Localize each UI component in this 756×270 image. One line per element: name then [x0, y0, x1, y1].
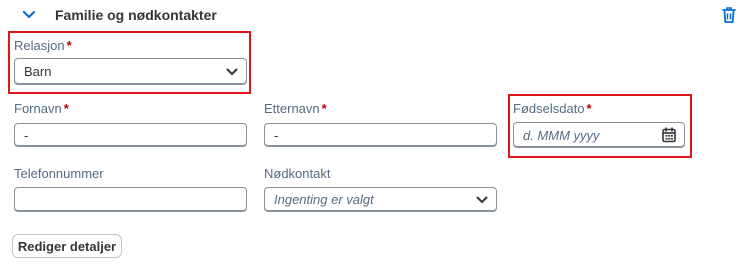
chevron-down-icon	[226, 68, 238, 75]
etternavn-input[interactable]: -	[264, 123, 497, 147]
fornavn-label: Fornavn *	[14, 101, 69, 116]
etternavn-value: -	[274, 127, 279, 143]
telefonnummer-input[interactable]	[14, 187, 247, 212]
nodkontakt-value: Ingenting er valgt	[274, 192, 374, 207]
trash-icon[interactable]	[720, 5, 738, 25]
section-title: Familie og nødkontakter	[55, 7, 217, 23]
nodkontakt-select[interactable]: Ingenting er valgt	[264, 187, 497, 212]
calendar-icon[interactable]	[662, 127, 676, 143]
fornavn-input[interactable]: -	[14, 123, 247, 147]
relasjon-value: Barn	[24, 64, 52, 79]
telefonnummer-label: Telefonnummer	[14, 166, 104, 181]
relasjon-select[interactable]: Barn	[14, 58, 247, 85]
fodselsdato-placeholder: d. MMM yyyy	[523, 127, 600, 143]
fodselsdato-input[interactable]: d. MMM yyyy	[513, 122, 685, 148]
etternavn-label: Etternavn *	[264, 101, 327, 116]
chevron-down-icon[interactable]	[20, 6, 38, 24]
fornavn-value: -	[24, 127, 29, 143]
section-header: Familie og nødkontakter	[0, 0, 756, 30]
chevron-down-icon	[476, 196, 488, 203]
relasjon-label: Relasjon *	[14, 38, 72, 53]
fodselsdato-label: Fødselsdato *	[513, 101, 592, 116]
nodkontakt-label: Nødkontakt	[264, 166, 331, 181]
edit-details-button[interactable]: Rediger detaljer	[12, 234, 122, 258]
